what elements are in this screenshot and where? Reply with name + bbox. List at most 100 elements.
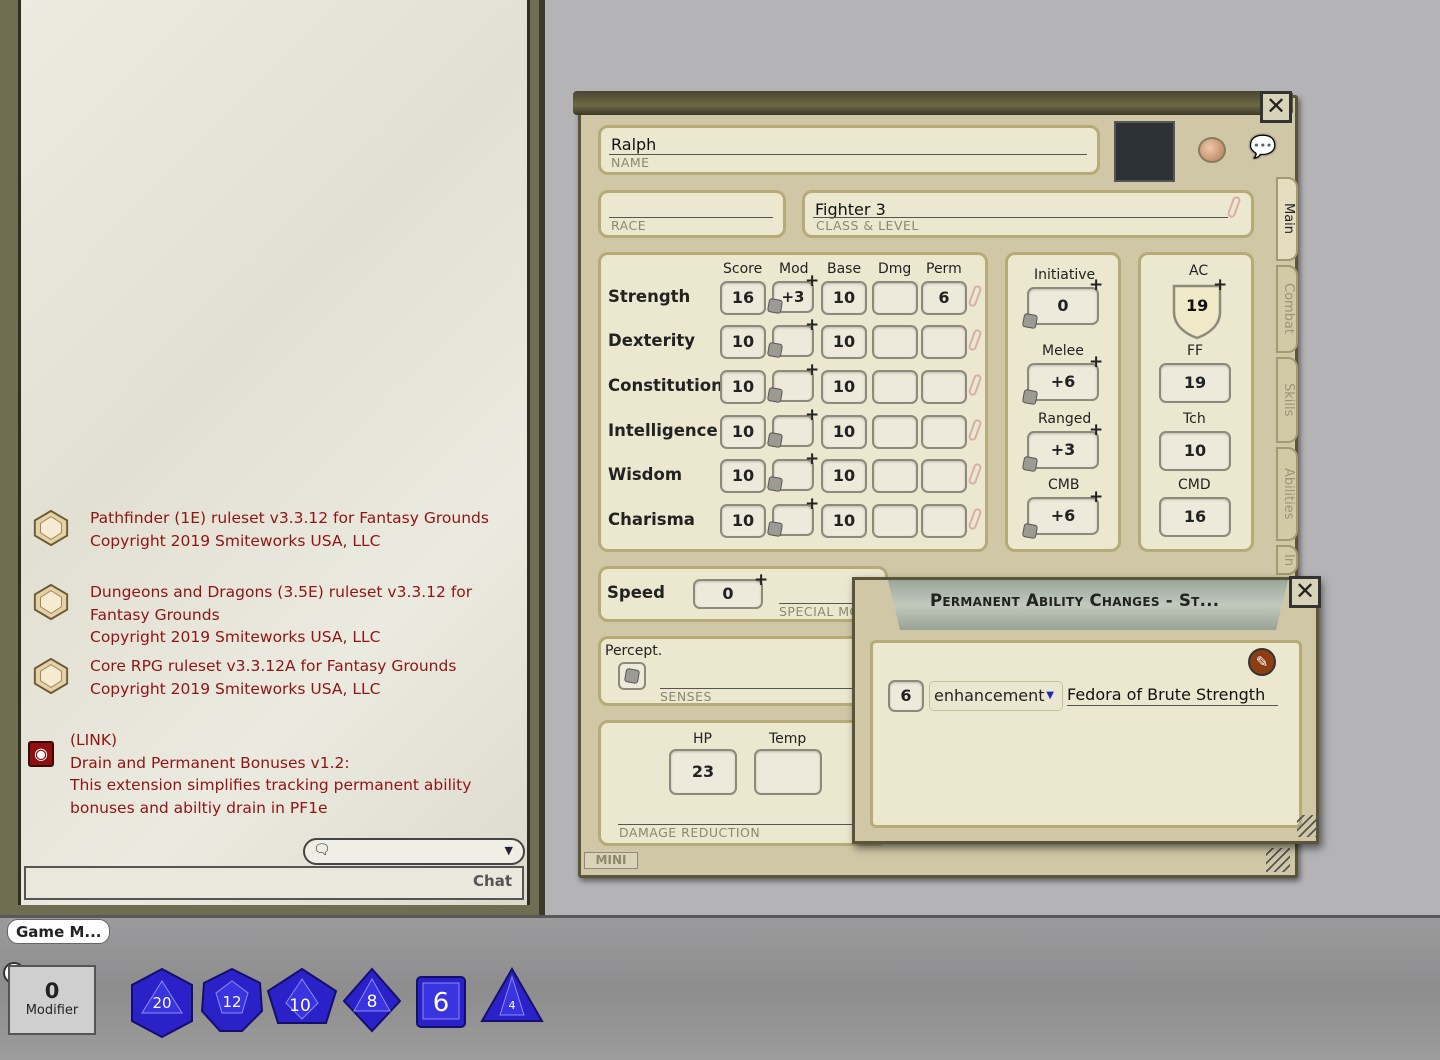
token-icon[interactable] (1198, 137, 1226, 163)
chat-message: Core RPG ruleset v3.3.12A for Fantasy Gr… (24, 655, 514, 700)
die-roll-icon[interactable] (766, 431, 784, 449)
perm-entry-value[interactable]: 6 (888, 680, 924, 712)
ability-name: Constitution (608, 376, 723, 395)
mini-button[interactable]: MINI (584, 852, 638, 869)
tch-label: Tch (1183, 411, 1206, 427)
speed-field[interactable]: 0 (693, 579, 763, 609)
hp-field[interactable]: 23 (669, 749, 737, 795)
ability-base-field[interactable]: 10 (821, 459, 867, 493)
ability-dmg-field[interactable] (872, 370, 918, 404)
game-master-tab[interactable]: Game M... (7, 919, 111, 944)
die-roll-icon[interactable] (1021, 455, 1039, 473)
ability-perm-field[interactable] (921, 459, 967, 493)
tab-combat[interactable]: Combat (1276, 265, 1298, 353)
plus-icon[interactable]: + (805, 271, 819, 291)
plus-icon[interactable]: + (805, 360, 819, 380)
ability-dmg-field[interactable] (872, 281, 918, 315)
d12-die-icon[interactable]: 12 (200, 967, 264, 1033)
d6-die-icon[interactable]: 6 (415, 975, 467, 1029)
speech-bubble-icon[interactable]: 💬 (1249, 135, 1276, 160)
die-roll-icon[interactable] (766, 386, 784, 404)
chat-input[interactable]: Chat (24, 866, 524, 900)
die-roll-icon[interactable] (766, 520, 784, 538)
perm-entry-type-select[interactable]: enhancement ▼ (929, 681, 1063, 711)
ability-base-field[interactable]: 10 (821, 281, 867, 315)
ability-score-field[interactable]: 10 (720, 325, 766, 359)
plus-icon[interactable]: + (1089, 352, 1103, 372)
ability-score-field[interactable]: 10 (720, 370, 766, 404)
ability-base-field[interactable]: 10 (821, 415, 867, 449)
ability-dmg-field[interactable] (872, 325, 918, 359)
plus-icon[interactable]: + (805, 449, 819, 469)
ability-perm-field[interactable] (921, 325, 967, 359)
d10-die-icon[interactable]: 10 (266, 967, 338, 1029)
plus-icon[interactable]: + (1089, 487, 1103, 507)
ability-dmg-field[interactable] (872, 415, 918, 449)
die-roll-icon[interactable] (1021, 522, 1039, 540)
chat-message: Dungeons and Dragons (3.5E) ruleset v3.3… (24, 581, 514, 649)
edit-pencil-icon[interactable]: ✎ (1248, 648, 1276, 676)
ability-perm-field[interactable]: 6 (921, 281, 967, 315)
ranged-label: Ranged (1038, 411, 1092, 427)
plus-icon[interactable]: + (805, 405, 819, 425)
ability-perm-field[interactable] (921, 415, 967, 449)
name-field[interactable]: Ralph (611, 135, 656, 154)
tab-inventory[interactable]: In (1276, 545, 1298, 575)
name-frame (598, 125, 1100, 175)
extension-link-icon[interactable]: ◉ (28, 741, 54, 767)
ability-dmg-field[interactable] (872, 504, 918, 538)
ruleset-gem-icon (33, 657, 69, 695)
permanent-list-frame (870, 640, 1302, 828)
special-move-label: SPECIAL MO (779, 604, 860, 619)
modifier-value: 0 (44, 979, 60, 1003)
plus-icon[interactable]: + (1213, 275, 1227, 295)
ability-score-field[interactable]: 10 (720, 504, 766, 538)
ability-base-field[interactable]: 10 (821, 504, 867, 538)
die-roll-icon[interactable] (1021, 388, 1039, 406)
chat-mode-select[interactable]: 🗨 ▼ (303, 838, 525, 865)
ability-base-field[interactable]: 10 (821, 370, 867, 404)
ability-perm-field[interactable] (921, 370, 967, 404)
die-roll-icon[interactable] (766, 341, 784, 359)
ability-score-field[interactable]: 10 (720, 415, 766, 449)
sheet-title-bar[interactable] (573, 91, 1293, 115)
chevron-down-icon: ▼ (504, 844, 513, 857)
percept-roll-button[interactable] (618, 662, 646, 690)
ability-score-field[interactable]: 16 (720, 281, 766, 315)
tab-skills[interactable]: Skills (1276, 357, 1298, 443)
close-permanent-button[interactable]: ✕ (1289, 576, 1321, 608)
die-roll-icon[interactable] (766, 297, 784, 315)
ability-perm-field[interactable] (921, 504, 967, 538)
close-sheet-button[interactable]: ✕ (1260, 91, 1292, 123)
tab-abilities[interactable]: Abilities (1276, 447, 1298, 541)
resize-handle[interactable] (1297, 815, 1319, 837)
plus-icon[interactable]: + (805, 315, 819, 335)
modifier-box[interactable]: 0 Modifier (8, 965, 96, 1035)
plus-icon[interactable]: + (805, 494, 819, 514)
die-roll-icon[interactable] (1021, 312, 1039, 330)
tch-field[interactable]: 10 (1159, 431, 1231, 471)
cmd-label: CMD (1178, 477, 1211, 493)
plus-icon[interactable]: + (1089, 275, 1103, 295)
temp-field[interactable] (754, 749, 822, 795)
die-roll-icon[interactable] (766, 475, 784, 493)
ability-dmg-field[interactable] (872, 459, 918, 493)
d8-die-icon[interactable]: 8 (342, 967, 402, 1033)
permanent-changes-title: Permanent Ability Changes - St... (930, 591, 1220, 610)
portrait[interactable] (1114, 121, 1175, 182)
resize-handle[interactable] (1266, 848, 1290, 872)
chat-message-link[interactable]: ◉ (LINK) Drain and Permanent Bonuses v1.… (24, 729, 514, 819)
tab-main[interactable]: Main (1276, 177, 1298, 261)
plus-icon[interactable]: + (1089, 420, 1103, 440)
ac-field[interactable]: 19 (1186, 296, 1208, 315)
perm-entry-name-underline (1067, 705, 1278, 706)
plus-icon[interactable]: + (754, 570, 768, 590)
ff-field[interactable]: 19 (1159, 363, 1231, 403)
perm-entry-name[interactable]: Fedora of Brute Strength (1067, 685, 1265, 704)
ability-score-field[interactable]: 10 (720, 459, 766, 493)
cmd-field[interactable]: 16 (1159, 497, 1231, 537)
ruleset-gem-icon (33, 583, 69, 621)
ability-base-field[interactable]: 10 (821, 325, 867, 359)
d4-die-icon[interactable]: 4 (480, 967, 544, 1023)
d20-die-icon[interactable]: 20 (128, 967, 196, 1039)
